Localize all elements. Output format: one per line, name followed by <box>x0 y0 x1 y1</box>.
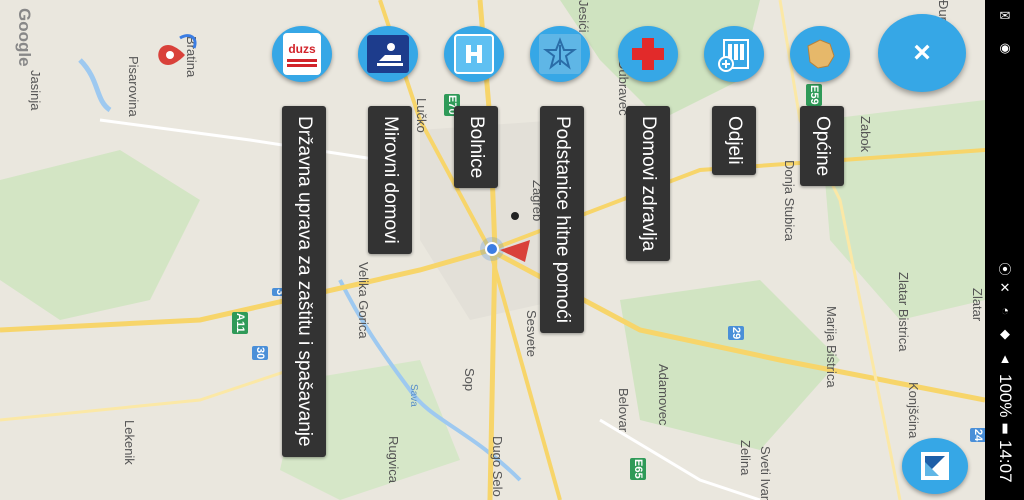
clock: 14:07 <box>996 440 1015 483</box>
menu-label-health-centers[interactable]: Domovi zdravlja <box>626 106 670 262</box>
place-label: Sveti Ivan <box>758 446 773 500</box>
place-label: Dugo Selo <box>490 436 505 497</box>
hospital-h-icon <box>454 34 494 74</box>
ambulance-star-icon <box>539 34 581 74</box>
departments-button[interactable] <box>704 26 764 82</box>
place-label: Zlatar Bistrica <box>896 272 911 352</box>
place-label: Rugvica <box>386 436 401 483</box>
place-label: Zabok <box>858 116 873 153</box>
place-label: Sesvete <box>524 310 539 357</box>
battery-percent: 100% <box>996 374 1015 418</box>
elderly-homes-button[interactable] <box>358 26 418 82</box>
duzs-logo-text: duzs <box>288 41 316 56</box>
place-label: Pisarovina <box>126 56 141 117</box>
road-shield: 29 <box>728 326 744 341</box>
place-label: Donja Stubica <box>782 160 797 241</box>
hospitals-button[interactable] <box>444 26 504 82</box>
red-cross-icon <box>628 34 668 74</box>
close-menu-button[interactable]: × <box>878 14 966 92</box>
health-centers-button[interactable] <box>618 26 678 82</box>
place-label: Jasinja <box>28 70 43 111</box>
app-logo-button[interactable] <box>902 438 968 494</box>
menu-label-hospitals[interactable]: Bolnice <box>454 106 498 189</box>
road-shield: 24 <box>970 428 985 443</box>
signal-icon: ▲ <box>998 350 1012 366</box>
close-icon: × <box>913 36 931 69</box>
menu-label-duzs[interactable]: Državna uprava za zaštitu i spašavanje <box>282 106 326 457</box>
road-shield: E65 <box>630 458 646 480</box>
place-label: Lučko <box>414 98 429 133</box>
departments-building-icon <box>714 34 754 74</box>
duzs-button[interactable]: duzs <box>272 26 332 82</box>
municipality-map-icon <box>800 34 840 74</box>
place-label: Zlatar <box>970 288 985 322</box>
road-shield: E59 <box>806 84 822 106</box>
place-label: Lekenik <box>122 420 137 465</box>
alarm-icon: ◔ <box>1001 302 1009 318</box>
municipalities-button[interactable] <box>790 26 850 82</box>
duzs-logo-icon: duzs <box>283 33 321 75</box>
place-label: Belovar <box>616 388 631 433</box>
sync-icon: ◉ <box>999 40 1011 55</box>
river-label: Sava <box>408 384 419 407</box>
menu-label-municipalities[interactable]: Općine <box>800 106 844 187</box>
place-label: Zelina <box>738 440 753 476</box>
mute-icon: ✕ <box>999 280 1011 295</box>
menu-label-ambulance-stations[interactable]: Podstanice hitne pomoći <box>540 106 584 334</box>
app-logo-icon <box>921 452 949 480</box>
wifi-icon: ◆ <box>1000 326 1010 341</box>
menu-label-elderly-homes[interactable]: Mirovni domovi <box>368 106 412 254</box>
google-logo: Google <box>15 8 34 67</box>
status-bar: ✉ ◉ ⦿ ✕ ◔ ◆ ▲ 100% ▮ 14:07 <box>985 0 1024 500</box>
place-label: Sop <box>462 368 477 392</box>
place-label: Velika Gorica <box>356 262 371 339</box>
road-shield: A11 <box>232 312 248 334</box>
place-label: Konjšćina <box>906 382 921 439</box>
place-label: Marija Bistrica <box>824 306 839 388</box>
location-icon: ⦿ <box>998 261 1012 277</box>
place-label: Jesići <box>576 0 591 33</box>
ambulance-stations-button[interactable] <box>530 26 590 82</box>
elderly-home-icon <box>367 35 409 73</box>
menu-label-departments[interactable]: Odjeli <box>712 106 756 175</box>
map-pin-icon[interactable] <box>150 28 210 78</box>
place-label: Adamovec <box>656 364 671 426</box>
road-shield: 30 <box>252 346 268 361</box>
mail-icon: ✉ <box>999 8 1011 23</box>
battery-icon: ▮ <box>1001 420 1009 435</box>
